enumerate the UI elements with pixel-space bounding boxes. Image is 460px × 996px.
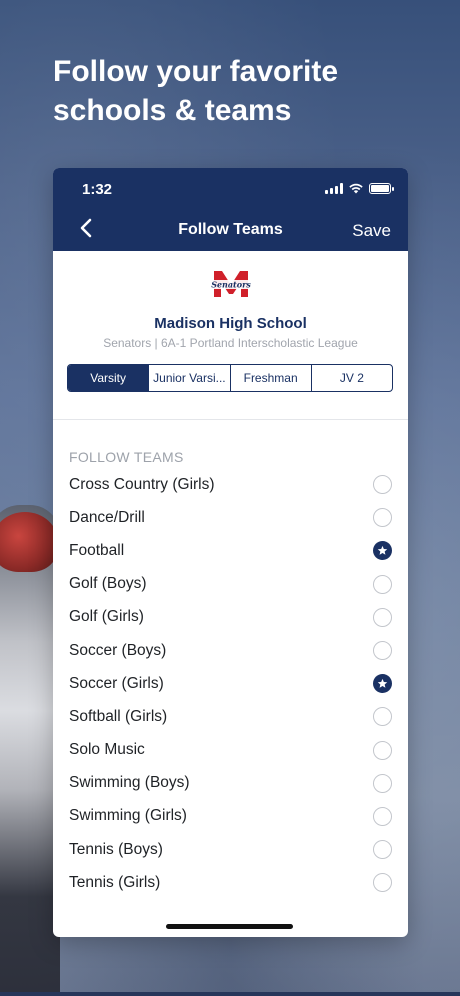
segment-freshman[interactable]: Freshman [229,365,311,391]
team-row-swimming-boys[interactable]: Swimming (Boys) [53,767,408,800]
status-time: 1:32 [82,181,113,198]
team-row-swimming-girls[interactable]: Swimming (Girls) [53,800,408,833]
team-label: Golf (Girls) [69,608,144,626]
team-label: Swimming (Boys) [69,774,190,792]
school-name: Madison High School [154,315,307,332]
save-button[interactable]: Save [352,221,391,241]
unselected-circle-icon[interactable] [373,773,392,793]
team-label: Golf (Boys) [69,575,147,593]
team-row-tennis-girls[interactable]: Tennis (Girls) [53,866,408,899]
unselected-circle-icon[interactable] [373,607,392,627]
school-header: Senators Madison High School Senators | … [53,251,408,350]
battery-icon [369,183,394,194]
team-label: Tennis (Girls) [69,873,161,891]
unselected-circle-icon[interactable] [373,475,392,495]
section-title: FOLLOW TEAMS [69,449,184,465]
unselected-circle-icon[interactable] [373,574,392,594]
signal-icon [325,183,343,194]
followed-star-icon[interactable] [373,674,392,694]
status-icons [325,183,394,194]
team-row-golf-girls[interactable]: Golf (Girls) [53,601,408,634]
team-list: Cross Country (Girls) Dance/Drill Footba… [53,468,408,899]
phone-screen: 1:32 Follow Teams Save Senators Madison … [53,168,408,937]
team-row-cross-country-girls[interactable]: Cross Country (Girls) [53,468,408,501]
school-logo: Senators [210,271,251,297]
svg-text:Senators: Senators [211,280,251,290]
section-divider [53,419,408,420]
segment-varsity[interactable]: Varsity [68,365,149,391]
background-player-image [0,505,60,995]
segment-junior-varsity[interactable]: Junior Varsi... [148,365,229,391]
team-label: Soccer (Girls) [69,674,164,692]
team-label: Swimming (Girls) [69,807,187,825]
followed-star-icon[interactable] [373,541,392,561]
segment-jv2[interactable]: JV 2 [310,365,392,391]
team-label: Solo Music [69,741,145,759]
team-label: Softball (Girls) [69,707,168,725]
helmet-image [0,512,58,572]
team-label: Tennis (Boys) [69,840,163,858]
navigation-bar: 1:32 Follow Teams Save [53,168,408,251]
team-row-solo-music[interactable]: Solo Music [53,734,408,767]
wifi-icon [349,183,363,194]
unselected-circle-icon[interactable] [373,873,392,893]
level-segmented-control: Varsity Junior Varsi... Freshman JV 2 [67,364,393,392]
team-row-dance-drill[interactable]: Dance/Drill [53,501,408,534]
team-row-golf-boys[interactable]: Golf (Boys) [53,568,408,601]
unselected-circle-icon[interactable] [373,840,392,860]
team-row-football[interactable]: Football [53,534,408,567]
unselected-circle-icon[interactable] [373,508,392,528]
unselected-circle-icon[interactable] [373,740,392,760]
team-row-soccer-girls[interactable]: Soccer (Girls) [53,667,408,700]
unselected-circle-icon[interactable] [373,641,392,661]
bottom-edge-bar [0,992,460,996]
team-label: Dance/Drill [69,508,145,526]
school-subtitle: Senators | 6A-1 Portland Interscholastic… [103,336,358,350]
promo-headline: Follow your favorite schools & teams [53,55,339,127]
team-label: Cross Country (Girls) [69,475,215,493]
team-row-softball-girls[interactable]: Softball (Girls) [53,700,408,733]
team-label: Football [69,541,125,559]
team-row-soccer-boys[interactable]: Soccer (Boys) [53,634,408,667]
team-label: Soccer (Boys) [69,641,167,659]
team-row-tennis-boys[interactable]: Tennis (Boys) [53,833,408,866]
home-indicator[interactable] [166,924,293,929]
unselected-circle-icon[interactable] [373,707,392,727]
unselected-circle-icon[interactable] [373,806,392,826]
